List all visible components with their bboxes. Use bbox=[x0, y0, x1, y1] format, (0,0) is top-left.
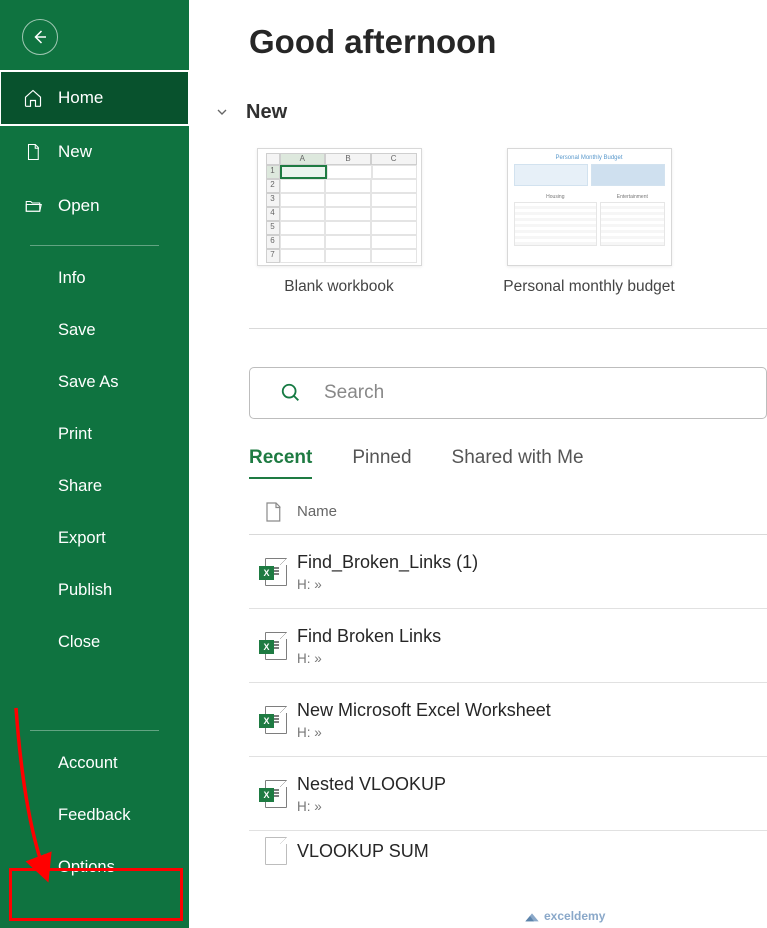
template-label: Personal monthly budget bbox=[499, 278, 679, 296]
file-row[interactable]: X New Microsoft Excel Worksheet H: » bbox=[249, 683, 767, 757]
home-icon bbox=[22, 87, 44, 109]
sidebar-divider bbox=[30, 245, 159, 246]
file-row[interactable]: X Nested VLOOKUP H: » bbox=[249, 757, 767, 831]
file-name: Find Broken Links bbox=[297, 626, 441, 647]
sidebar-item-save-as[interactable]: Save As bbox=[0, 356, 189, 408]
sidebar-item-close[interactable]: Close bbox=[0, 616, 189, 668]
backstage-main: Good afternoon New ABC 1 2 3 4 5 6 7 Bla… bbox=[189, 0, 767, 928]
sidebar-item-home[interactable]: Home bbox=[0, 71, 189, 125]
file-icon bbox=[264, 501, 282, 523]
file-path: H: » bbox=[297, 799, 446, 814]
file-list-header: Name bbox=[249, 489, 767, 535]
sidebar-label-home: Home bbox=[58, 88, 103, 108]
file-name: Nested VLOOKUP bbox=[297, 774, 446, 795]
sidebar-item-save[interactable]: Save bbox=[0, 304, 189, 356]
backstage-sidebar: Home New Open Info Save Save As Print Sh… bbox=[0, 0, 189, 928]
sidebar-item-open[interactable]: Open bbox=[0, 179, 189, 233]
excel-file-icon: X bbox=[259, 706, 287, 734]
excel-file-icon: X bbox=[259, 558, 287, 586]
file-path: H: » bbox=[297, 577, 478, 592]
recent-tabs: Recent Pinned Shared with Me bbox=[249, 447, 767, 479]
tab-pinned[interactable]: Pinned bbox=[352, 447, 411, 479]
search-box[interactable] bbox=[249, 367, 767, 419]
greeting-title: Good afternoon bbox=[249, 23, 767, 61]
sidebar-item-info[interactable]: Info bbox=[0, 252, 189, 304]
section-new-toggle[interactable]: New bbox=[214, 101, 767, 124]
excel-file-icon: X bbox=[259, 780, 287, 808]
open-folder-icon bbox=[22, 195, 44, 217]
sidebar-divider bbox=[30, 730, 159, 731]
file-name: New Microsoft Excel Worksheet bbox=[297, 700, 551, 721]
sidebar-item-new[interactable]: New bbox=[0, 125, 189, 179]
section-divider bbox=[249, 328, 767, 329]
search-input[interactable] bbox=[324, 382, 664, 404]
file-row[interactable]: X Find Broken Links H: » bbox=[249, 609, 767, 683]
template-monthly-budget[interactable]: Personal Monthly Budget Housing bbox=[499, 148, 679, 296]
sidebar-item-publish[interactable]: Publish bbox=[0, 564, 189, 616]
file-row[interactable]: X Find_Broken_Links (1) H: » bbox=[249, 535, 767, 609]
recent-file-list: Name X Find_Broken_Links (1) H: » X Find … bbox=[249, 489, 767, 871]
template-thumb-budget: Personal Monthly Budget Housing bbox=[507, 148, 672, 266]
excel-file-icon bbox=[259, 837, 287, 865]
tab-shared-with-me[interactable]: Shared with Me bbox=[452, 447, 584, 479]
template-gallery: ABC 1 2 3 4 5 6 7 Blank workbook Persona… bbox=[249, 148, 767, 296]
excel-file-icon: X bbox=[259, 632, 287, 660]
search-icon bbox=[280, 382, 302, 404]
file-row[interactable]: VLOOKUP SUM bbox=[249, 831, 767, 871]
sidebar-label-new: New bbox=[58, 142, 92, 162]
section-new-label: New bbox=[246, 101, 287, 124]
sidebar-item-share[interactable]: Share bbox=[0, 460, 189, 512]
annotation-highlight-options bbox=[9, 868, 183, 921]
back-arrow-icon bbox=[31, 28, 49, 46]
template-blank-workbook[interactable]: ABC 1 2 3 4 5 6 7 Blank workbook bbox=[249, 148, 429, 296]
back-button[interactable] bbox=[22, 19, 58, 55]
sidebar-item-print[interactable]: Print bbox=[0, 408, 189, 460]
file-path: H: » bbox=[297, 651, 441, 666]
template-thumb-blank: ABC 1 2 3 4 5 6 7 bbox=[257, 148, 422, 266]
new-file-icon bbox=[22, 141, 44, 163]
sidebar-label-open: Open bbox=[58, 196, 100, 216]
sidebar-item-feedback[interactable]: Feedback bbox=[0, 789, 189, 841]
file-path: H: » bbox=[297, 725, 551, 740]
sidebar-item-account[interactable]: Account bbox=[0, 737, 189, 789]
file-name: VLOOKUP SUM bbox=[297, 841, 429, 862]
file-list-header-name: Name bbox=[297, 503, 337, 520]
tab-recent[interactable]: Recent bbox=[249, 447, 312, 479]
chevron-down-icon bbox=[214, 104, 232, 122]
file-name: Find_Broken_Links (1) bbox=[297, 552, 478, 573]
watermark: exceldemy bbox=[524, 909, 605, 923]
template-label: Blank workbook bbox=[249, 278, 429, 296]
sidebar-item-export[interactable]: Export bbox=[0, 512, 189, 564]
